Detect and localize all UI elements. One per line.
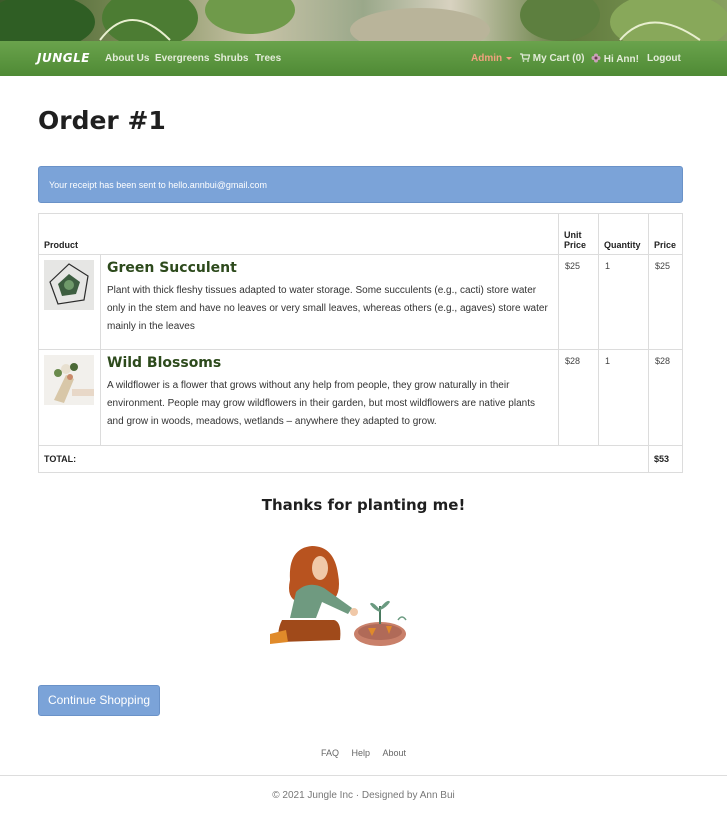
total-row: TOTAL: $53 (38, 445, 683, 473)
product-name[interactable]: Green Succulent (107, 260, 552, 276)
unit-price: $28 (558, 349, 599, 446)
user-greeting[interactable]: Hi Ann! (591, 53, 639, 65)
receipt-alert-text: Your receipt has been sent to hello.annb… (49, 180, 267, 190)
nav-trees[interactable]: Trees (255, 53, 281, 64)
table-row: Green Succulent Plant with thick fleshy … (38, 254, 683, 350)
caret-down-icon (506, 56, 513, 60)
product-description-cell: Wild Blossoms A wildflower is a flower t… (100, 349, 559, 446)
navbar: JUNGLE About Us Evergreens Shrubs Trees … (0, 41, 727, 76)
total-label: TOTAL: (38, 445, 649, 473)
product-description: Plant with thick fleshy tissues adapted … (107, 285, 548, 332)
quantity: 1 (598, 349, 649, 446)
receipt-alert: Your receipt has been sent to hello.annb… (38, 166, 683, 203)
thanks-message: Thanks for planting me! (261, 496, 466, 514)
unit-price: $25 (558, 254, 599, 350)
cart-label: My Cart (0) (532, 53, 585, 64)
column-header-price: Price (648, 213, 683, 255)
footer-link-faq[interactable]: FAQ (321, 748, 339, 758)
cart-icon (520, 53, 531, 64)
nav-about-us[interactable]: About Us (105, 53, 149, 64)
footer-links: FAQ Help About (0, 748, 727, 758)
brand-logo[interactable]: JUNGLE (37, 51, 90, 65)
product-image-cell (38, 254, 101, 350)
gardener-illustration (270, 546, 407, 646)
admin-dropdown[interactable]: Admin (471, 53, 513, 64)
product-image-cell (38, 349, 101, 446)
quantity: 1 (598, 254, 649, 350)
admin-label: Admin (471, 53, 503, 64)
header-banner-image (0, 0, 727, 41)
product-name[interactable]: Wild Blossoms (107, 355, 552, 371)
table-row: Wild Blossoms A wildflower is a flower t… (38, 349, 683, 446)
product-description-cell: Green Succulent Plant with thick fleshy … (100, 254, 559, 350)
total-value: $53 (648, 445, 683, 473)
footer-copyright: © 2021 Jungle Inc · Designed by Ann Bui (272, 790, 455, 801)
nav-shrubs[interactable]: Shrubs (214, 53, 248, 64)
greeting-label: Hi Ann! (603, 54, 639, 65)
cart-link[interactable]: My Cart (0) (520, 53, 584, 64)
flower-icon (591, 53, 601, 65)
continue-shopping-button[interactable]: Continue Shopping (38, 685, 160, 716)
column-header-product: Product (38, 213, 559, 255)
footer-link-about[interactable]: About (383, 748, 407, 758)
nav-evergreens[interactable]: Evergreens (155, 53, 209, 64)
line-price: $28 (648, 349, 683, 446)
footer-link-help[interactable]: Help (351, 748, 370, 758)
column-header-quantity: Quantity (598, 213, 649, 255)
product-description: A wildflower is a flower that grows with… (107, 380, 535, 427)
product-image-wild-blossoms[interactable] (44, 355, 94, 405)
page-title: Order #1 (38, 106, 166, 135)
logout-link[interactable]: Logout (647, 53, 681, 64)
product-image-green-succulent[interactable] (44, 260, 94, 310)
footer-divider (0, 775, 727, 776)
line-price: $25 (648, 254, 683, 350)
order-table: Product Unit Price Quantity Price Green … (38, 213, 683, 473)
column-header-unit-price: Unit Price (558, 213, 599, 255)
table-header-row: Product Unit Price Quantity Price (38, 213, 683, 255)
